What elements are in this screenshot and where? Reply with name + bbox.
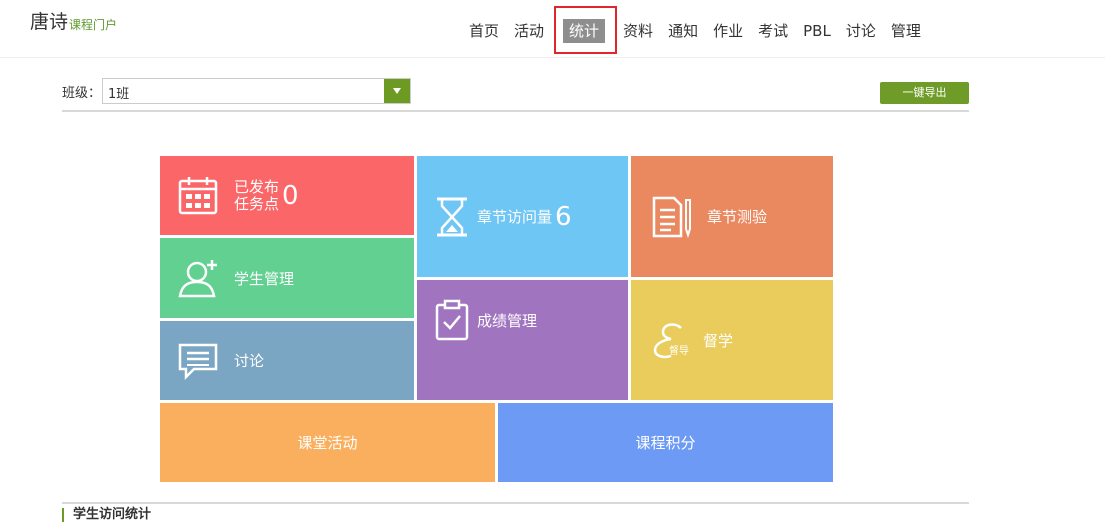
tile-discussion[interactable]: 讨论 [160, 321, 414, 400]
export-button[interactable]: 一键导出 [880, 82, 969, 104]
class-toolbar: 班级： 1班 一键导出 [62, 76, 969, 112]
chapter-visits-count: 6 [555, 201, 572, 232]
points-label: 课程积分 [635, 434, 696, 452]
calendar-icon [178, 176, 218, 214]
published-label: 已发布 任务点 [234, 177, 280, 213]
nav-discussion[interactable]: 讨论 [839, 14, 883, 48]
main-nav: 首页 活动 统计 资料 通知 作业 考试 PBL 讨论 管理 [462, 6, 929, 54]
students-label: 学生管理 [234, 269, 295, 288]
stats-tiles: 已发布 任务点 0 章节访问量 6 章节测验 学生管理 成绩管理 督导 督学 讨… [160, 156, 833, 482]
nav-homework[interactable]: 作业 [706, 14, 750, 48]
nav-exams[interactable]: 考试 [751, 14, 795, 48]
selection-highlight [554, 6, 618, 54]
nav-home[interactable]: 首页 [462, 14, 506, 48]
tile-course-points[interactable]: 课程积分 [498, 403, 833, 482]
published-count: 0 [282, 180, 299, 211]
brand-subtitle: 课程门户 [69, 18, 118, 32]
supervise-icon-text: 督导 [669, 344, 689, 357]
chapter-quiz-label: 章节测验 [707, 208, 768, 226]
brand-logo[interactable]: 唐诗 课程门户 [30, 10, 117, 34]
chat-icon [178, 343, 218, 380]
supervise-icon: 督导 [653, 323, 689, 359]
section-divider [62, 502, 969, 504]
chapter-visits-label: 章节访问量 [477, 208, 553, 226]
supervise-label: 督学 [703, 331, 734, 350]
grades-label: 成绩管理 [477, 311, 538, 330]
clipboard-check-icon [435, 299, 469, 341]
nav-resources[interactable]: 资料 [616, 14, 660, 48]
published-label-line1: 已发布 [234, 177, 280, 196]
class-select[interactable]: 1班 [102, 78, 411, 104]
nav-pbl[interactable]: PBL [796, 14, 838, 48]
published-label-line2: 任务点 [234, 194, 280, 213]
class-label: 班级： [62, 86, 102, 101]
hourglass-icon [437, 197, 467, 236]
tile-chapter-quiz[interactable]: 章节测验 [631, 156, 833, 277]
discussion-label: 讨论 [234, 352, 265, 370]
tile-classroom-activities[interactable]: 课堂活动 [160, 403, 495, 482]
classroom-label: 课堂活动 [297, 434, 358, 452]
tile-student-management[interactable]: 学生管理 [160, 238, 414, 318]
nav-activities[interactable]: 活动 [507, 14, 551, 48]
user-add-icon [178, 260, 217, 298]
nav-notices[interactable]: 通知 [661, 14, 705, 48]
brand-title: 唐诗 [30, 11, 69, 33]
chevron-down-icon[interactable] [384, 79, 410, 103]
top-header: 唐诗 课程门户 首页 活动 统计 资料 通知 作业 考试 PBL 讨论 管理 [0, 0, 1105, 58]
class-select-value: 1班 [108, 87, 130, 102]
section-title: 学生访问统计 [62, 508, 151, 522]
tile-grade-management[interactable]: 成绩管理 [417, 280, 628, 400]
tile-chapter-visits[interactable]: 章节访问量 6 [417, 156, 628, 277]
nav-statistics[interactable]: 统计 [554, 6, 618, 54]
nav-manage[interactable]: 管理 [884, 14, 928, 48]
tile-supervise[interactable]: 督导 督学 [631, 280, 833, 400]
document-pen-icon [652, 196, 691, 238]
tile-published-tasks[interactable]: 已发布 任务点 0 [160, 156, 414, 235]
